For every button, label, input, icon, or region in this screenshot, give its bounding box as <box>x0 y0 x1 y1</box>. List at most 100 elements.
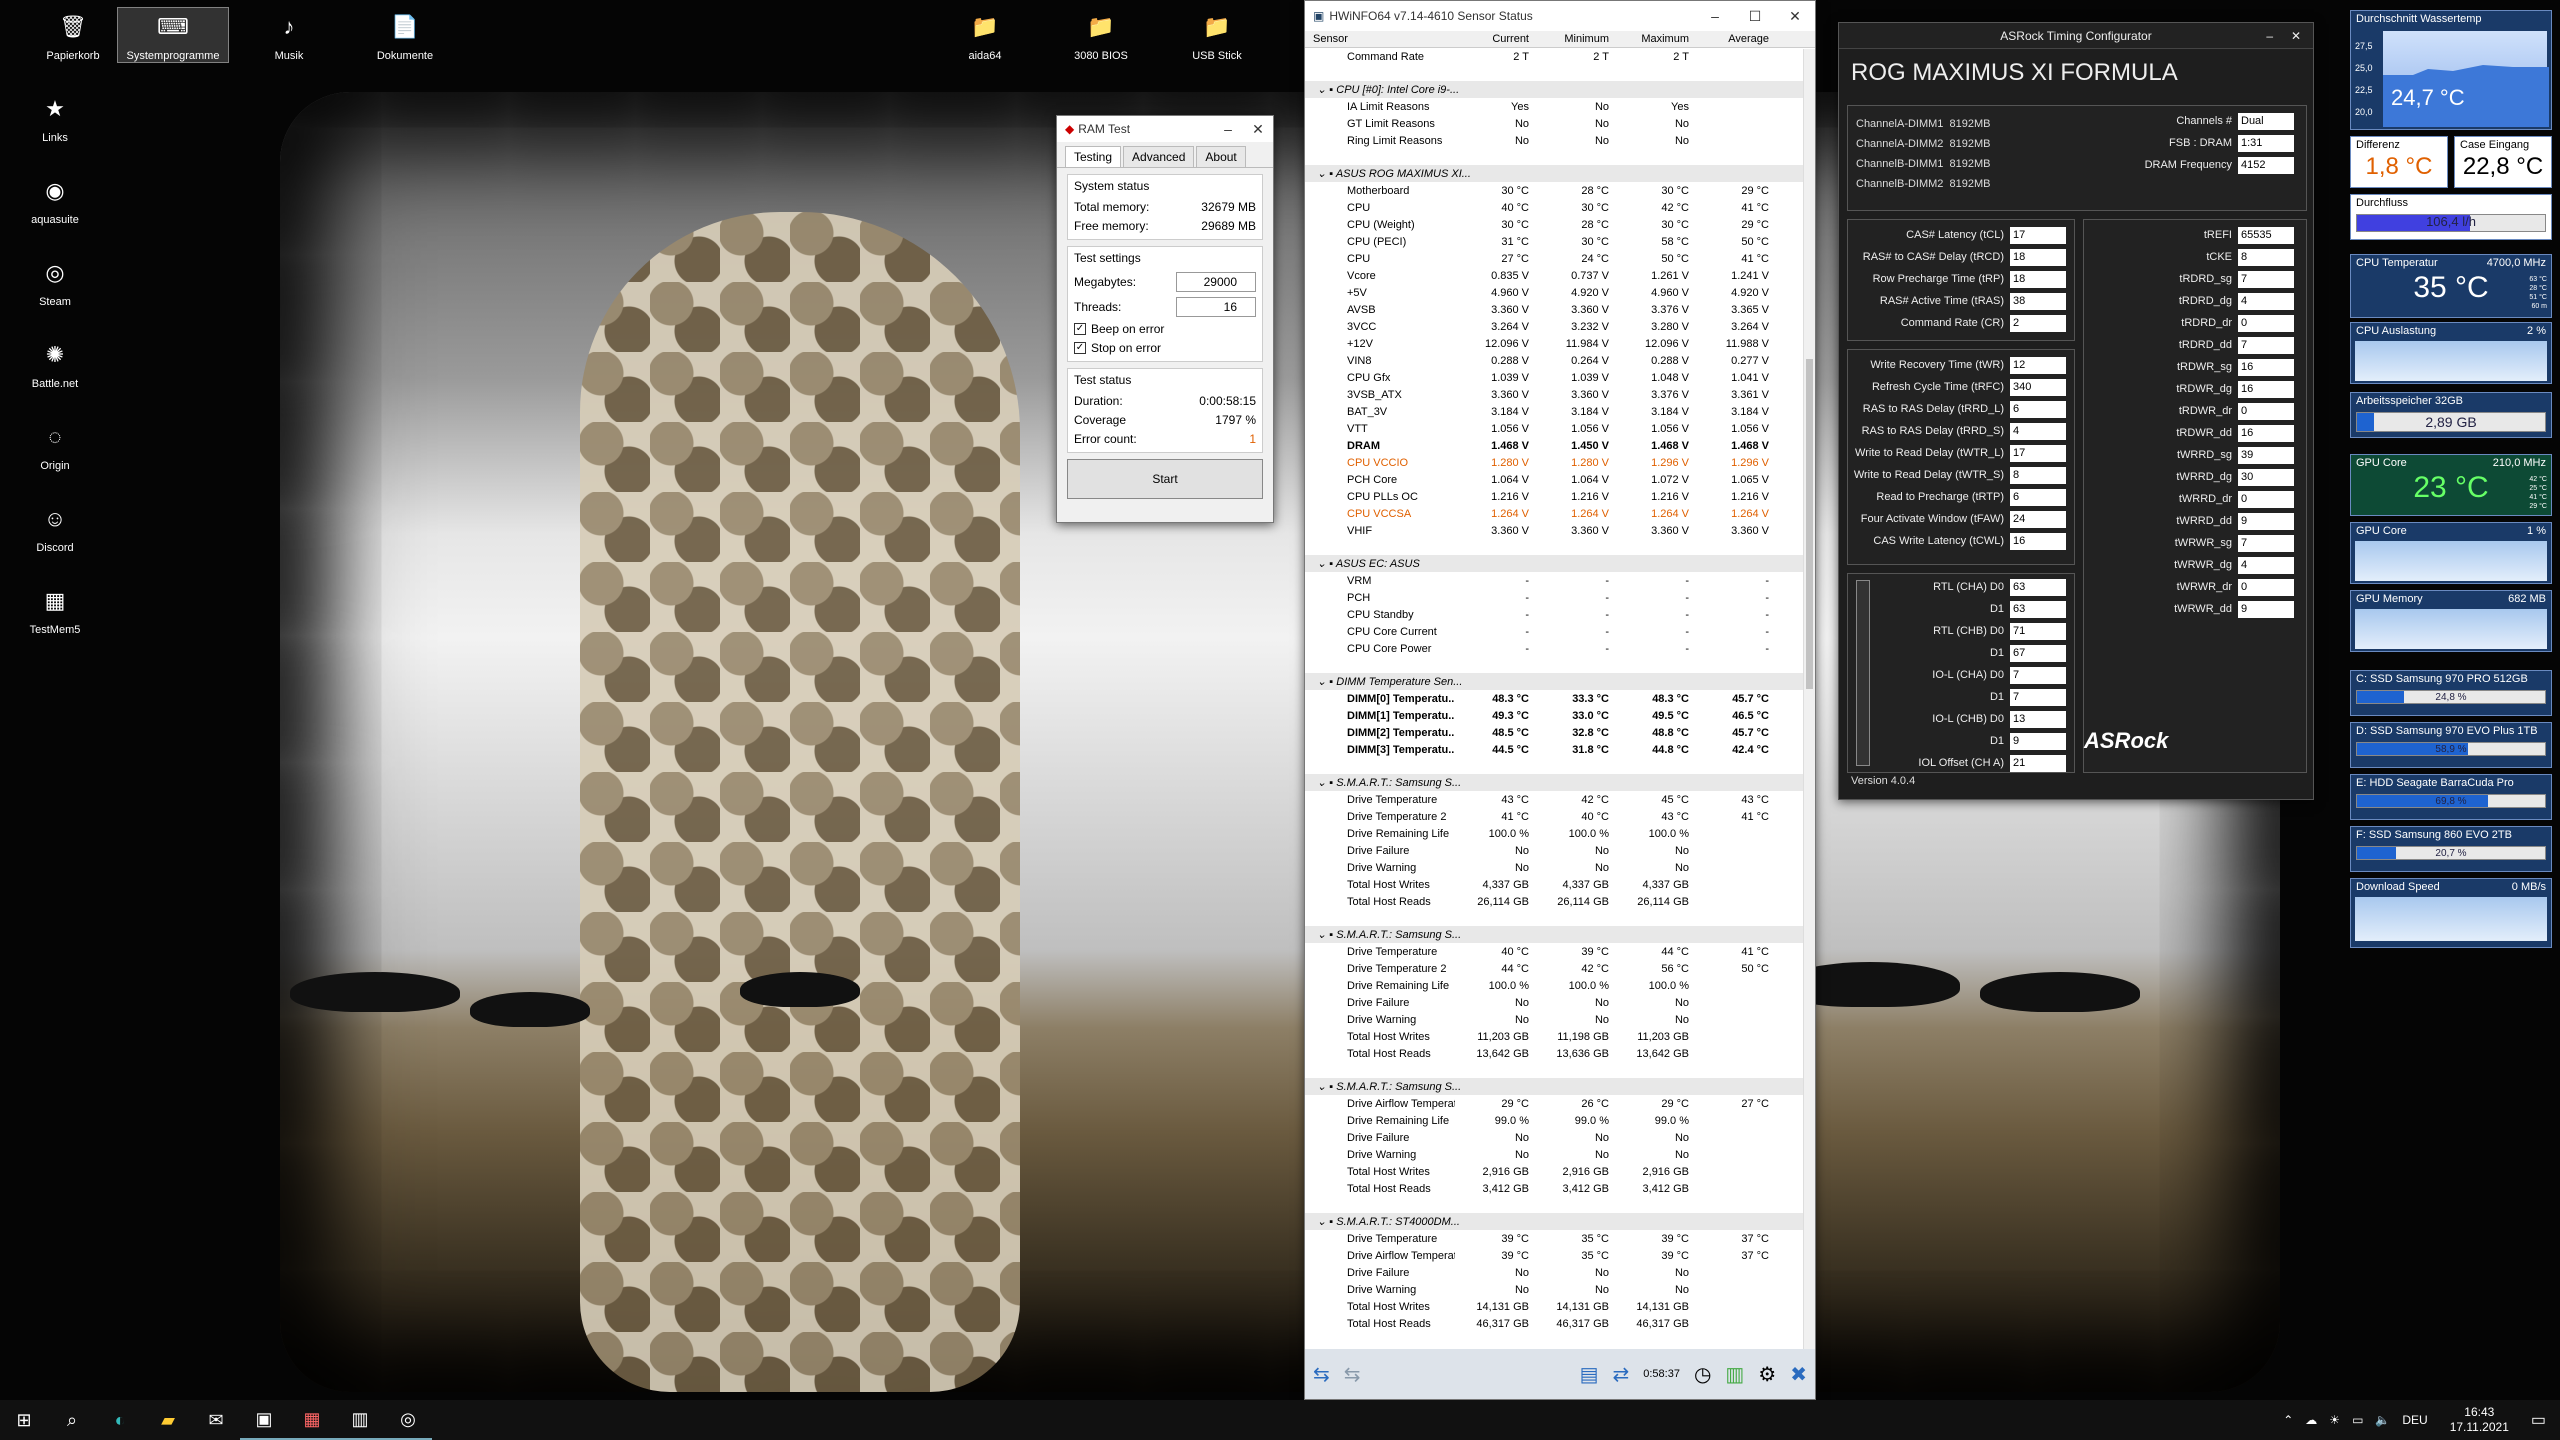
timing-value[interactable]: 6 <box>2010 488 2066 506</box>
steam-task-icon[interactable]: ◎ <box>384 1400 432 1440</box>
sensor-group-header[interactable]: ⌄ ▪ ASUS ROG MAXIMUS XI... <box>1305 165 1803 182</box>
sensor-row[interactable]: CPU VCCIO 1.280 V 1.280 V 1.296 V 1.296 V <box>1305 454 1803 471</box>
minimize-icon[interactable]: – <box>1695 8 1735 25</box>
timing-value[interactable]: 39 <box>2238 446 2294 464</box>
sensor-row[interactable]: DIMM[2] Temperatu... 48.5 °C 32.8 °C 48.8 °… <box>1305 724 1803 741</box>
chevron-down-icon[interactable]: ⌄ <box>1317 84 1326 96</box>
search-icon[interactable]: ⌕ <box>48 1400 96 1440</box>
arrows-icon[interactable]: ⇆ <box>1344 1362 1361 1387</box>
chevron-down-icon[interactable]: ⌄ <box>1317 1081 1326 1093</box>
language-indicator[interactable]: DEU <box>2402 1413 2427 1427</box>
timing-value[interactable]: 6 <box>2010 400 2066 418</box>
timing-value[interactable]: 4 <box>2238 556 2294 574</box>
start-button[interactable]: Start <box>1067 459 1263 499</box>
sensor-row[interactable]: Drive Temperature 39 °C 35 °C 39 °C 37 °C <box>1305 1230 1803 1247</box>
hwinfo-titlebar[interactable]: ▣ HWiNFO64 v7.14-4610 Sensor Status – ☐ ✕ <box>1305 1 1815 31</box>
desktop-icon[interactable]: ♪ Musik <box>234 8 344 62</box>
sensor-row[interactable]: PCH Core 1.064 V 1.064 V 1.072 V 1.065 V <box>1305 471 1803 488</box>
timing-value[interactable]: 9 <box>2238 600 2294 618</box>
edge-icon[interactable]: ◐ <box>96 1400 144 1440</box>
chevron-up-icon[interactable]: ⌃ <box>2283 1413 2293 1427</box>
chevron-down-icon[interactable]: ⌄ <box>1317 1216 1326 1228</box>
sensor-row[interactable]: Total Host Writes 4,337 GB 4,337 GB 4,337 G… <box>1305 876 1803 893</box>
close-icon[interactable]: ✕ <box>1775 8 1815 25</box>
timing-value[interactable]: 30 <box>2238 468 2294 486</box>
timing-value[interactable]: 4 <box>2238 292 2294 310</box>
sensor-row[interactable]: +12V 12.096 V 11.984 V 12.096 V 11.988 V <box>1305 335 1803 352</box>
timing-value[interactable]: 7 <box>2238 270 2294 288</box>
timing-value[interactable]: 63 <box>2010 578 2066 596</box>
timing-value[interactable]: 9 <box>2010 732 2066 750</box>
sensor-group-header[interactable]: ⌄ ▪ S.M.A.R.T.: Samsung S... <box>1305 1078 1803 1095</box>
sensor-group-header[interactable]: ⌄ ▪ S.M.A.R.T.: ST4000DM... <box>1305 1213 1803 1230</box>
timing-value[interactable]: 38 <box>2010 292 2066 310</box>
desktop-icon[interactable]: ◌ Origin <box>0 418 110 472</box>
sensor-row[interactable]: Drive Failure No No No <box>1305 1264 1803 1281</box>
desktop-icon[interactable]: ▦ TestMem5 <box>0 582 110 636</box>
sensor-row[interactable]: +5V 4.960 V 4.920 V 4.960 V 4.920 V <box>1305 284 1803 301</box>
network-icon[interactable]: ▭ <box>2352 1413 2363 1427</box>
clock-icon[interactable]: ◷ <box>1694 1362 1711 1387</box>
sensor-row[interactable]: Drive Airflow Temperature 39 °C 35 °C 39 °C… <box>1305 1247 1803 1264</box>
timing-value[interactable]: 18 <box>2010 248 2066 266</box>
sensor-row[interactable]: Total Host Reads 13,642 GB 13,636 GB 13,642… <box>1305 1045 1803 1062</box>
notification-icon[interactable]: ▭ <box>2531 1410 2546 1430</box>
col-maximum[interactable]: Maximum <box>1615 33 1695 45</box>
sensor-row[interactable]: Ring Limit Reasons No No No <box>1305 132 1803 149</box>
timing-value[interactable]: 0 <box>2238 578 2294 596</box>
sensor-row[interactable]: VIN8 0.288 V 0.264 V 0.288 V 0.277 V <box>1305 352 1803 369</box>
asrock-titlebar[interactable]: ASRock Timing Configurator – ✕ <box>1839 23 2313 49</box>
desktop-icon[interactable]: ☺ Discord <box>0 500 110 554</box>
timing-value[interactable]: Dual <box>2238 112 2294 130</box>
hwinfo-scrollbar[interactable] <box>1803 49 1815 1349</box>
sensor-row[interactable]: Total Host Reads 46,317 GB 46,317 GB 46,317… <box>1305 1315 1803 1332</box>
sensor-row[interactable]: Vcore 0.835 V 0.737 V 1.261 V 1.241 V <box>1305 267 1803 284</box>
arrows-icon[interactable]: ⇆ <box>1313 1362 1330 1387</box>
ramtest-titlebar[interactable]: ◆ RAM Test – ✕ <box>1057 116 1273 142</box>
desktop-icon[interactable]: 📁 3080 BIOS <box>1046 8 1156 62</box>
tab-testing[interactable]: Testing <box>1065 146 1122 167</box>
mail-icon[interactable]: ✉ <box>192 1400 240 1440</box>
ramtest-task-icon[interactable]: ▣ <box>240 1400 288 1440</box>
timing-value[interactable]: 0 <box>2238 490 2294 508</box>
timing-value[interactable]: 8 <box>2238 248 2294 266</box>
timing-value[interactable]: 63 <box>2010 600 2066 618</box>
beep-on-error-checkbox[interactable]: ✓ Beep on error <box>1074 319 1256 338</box>
timing-value[interactable]: 7 <box>2238 336 2294 354</box>
timing-value[interactable]: 0 <box>2238 314 2294 332</box>
sensor-row[interactable]: BAT_3V 3.184 V 3.184 V 3.184 V 3.184 V <box>1305 403 1803 420</box>
maximize-icon[interactable]: ☐ <box>1735 8 1775 25</box>
tray-icon[interactable]: ☀ <box>2329 1413 2340 1427</box>
sensor-row[interactable]: DIMM[3] Temperatu... 44.5 °C 31.8 °C 44.8 °… <box>1305 741 1803 758</box>
sensor-row[interactable]: Total Host Writes 2,916 GB 2,916 GB 2,916 G… <box>1305 1163 1803 1180</box>
hwinfo-sensor-list[interactable]: Command Rate 2 T 2 T 2 T ⌄ ▪ CPU [#0]: Intel… <box>1305 48 1815 1348</box>
sensor-row[interactable]: Drive Airflow Temperature 29 °C 26 °C 29 °C… <box>1305 1095 1803 1112</box>
sensor-row[interactable]: Drive Failure No No No <box>1305 994 1803 1011</box>
close-icon[interactable]: ✕ <box>2291 29 2301 43</box>
desktop-icon[interactable]: 📄 Dokumente <box>350 8 460 62</box>
timing-value[interactable]: 18 <box>2010 270 2066 288</box>
sensor-row[interactable]: Drive Temperature 2 41 °C 40 °C 43 °C 41 °C <box>1305 808 1803 825</box>
rtl-scrollbar[interactable] <box>1856 580 1870 766</box>
timing-value[interactable]: 17 <box>2010 444 2066 462</box>
timing-value[interactable]: 24 <box>2010 510 2066 528</box>
tray-icon[interactable]: ☁ <box>2305 1413 2317 1427</box>
chevron-down-icon[interactable]: ⌄ <box>1317 676 1326 688</box>
sensor-row[interactable]: CPU 40 °C 30 °C 42 °C 41 °C <box>1305 199 1803 216</box>
sensor-row[interactable]: VTT 1.056 V 1.056 V 1.056 V 1.056 V <box>1305 420 1803 437</box>
ramtest-window[interactable]: ◆ RAM Test – ✕ Testing Advanced About Sys… <box>1056 115 1274 523</box>
col-sensor[interactable]: Sensor <box>1305 33 1455 45</box>
start-windows-icon[interactable]: ⊞ <box>0 1400 48 1440</box>
desktop-icon[interactable]: ⌨ Systemprogramme <box>117 7 229 63</box>
megabytes-input[interactable]: 29000 <box>1176 271 1256 292</box>
sensor-row[interactable]: Drive Failure No No No <box>1305 842 1803 859</box>
sensor-row[interactable]: Drive Warning No No No <box>1305 1011 1803 1028</box>
sensor-row[interactable]: Motherboard 30 °C 28 °C 30 °C 29 °C <box>1305 182 1803 199</box>
stop-on-error-checkbox[interactable]: ✓ Stop on error <box>1074 338 1256 357</box>
timing-value[interactable]: 7 <box>2010 666 2066 684</box>
sensor-row[interactable]: VRM - - - - <box>1305 572 1803 589</box>
timing-value[interactable]: 16 <box>2238 424 2294 442</box>
sensor-row[interactable]: Drive Temperature 40 °C 39 °C 44 °C 41 °C <box>1305 943 1803 960</box>
sensor-row[interactable]: Drive Failure No No No <box>1305 1129 1803 1146</box>
timing-value[interactable]: 65535 <box>2238 226 2294 244</box>
